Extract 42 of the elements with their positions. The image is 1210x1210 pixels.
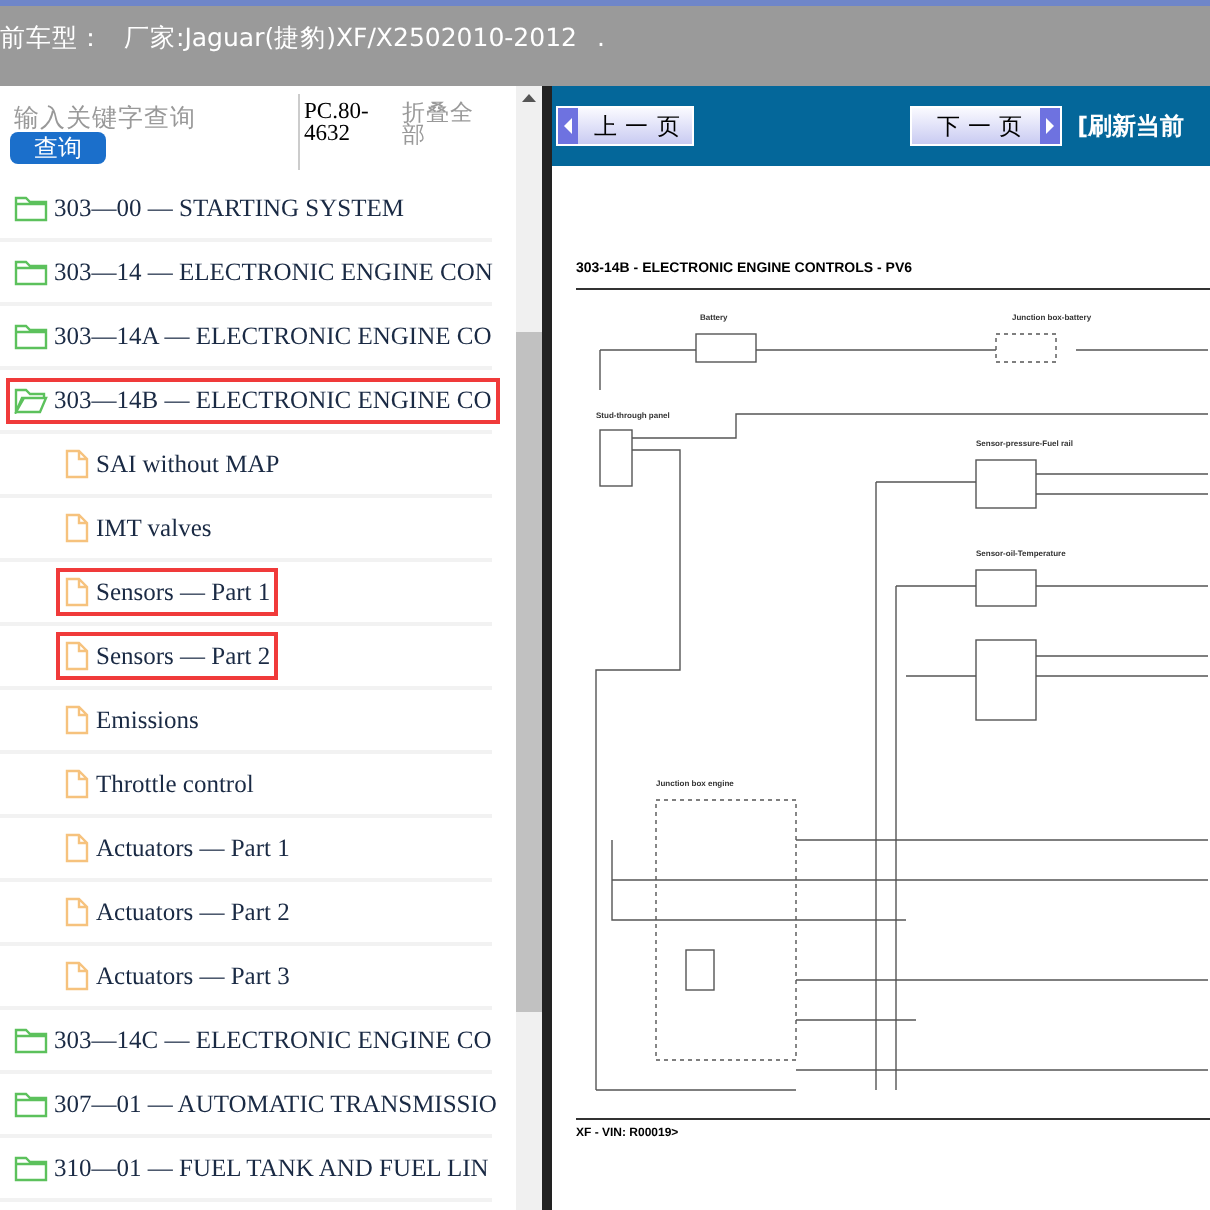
- tree-item[interactable]: IMT valves: [60, 508, 216, 548]
- folder-icon: [14, 322, 48, 350]
- document-icon: [64, 704, 90, 736]
- refresh-link[interactable]: [刷新当前: [1077, 109, 1185, 143]
- tree-item[interactable]: 303—00 — STARTING SYSTEM: [10, 189, 408, 227]
- previous-page-button[interactable]: 上 一 页: [556, 106, 695, 146]
- tree-item[interactable]: Actuators — Part 1: [60, 828, 294, 868]
- document-icon: [64, 832, 90, 864]
- tree-item[interactable]: Emissions: [60, 700, 203, 740]
- tree-item[interactable]: SAI without MAP: [60, 444, 284, 484]
- next-page-button[interactable]: 下 一 页: [910, 106, 1062, 146]
- tree-item[interactable]: 303—14B — ELECTRONIC ENGINE CO: [10, 381, 496, 419]
- tree-item[interactable]: Sensors — Part 1: [60, 572, 275, 612]
- folder-icon: [14, 258, 48, 286]
- scroll-thumb[interactable]: [516, 332, 542, 1012]
- document-icon: [64, 448, 90, 480]
- dot-mark: .: [597, 22, 605, 52]
- code-text: PC.80-4632: [298, 94, 390, 170]
- document-icon: [64, 960, 90, 992]
- tree-item[interactable]: Throttle control: [60, 764, 258, 804]
- tree-item[interactable]: Sensors — Part 2: [60, 636, 275, 676]
- open-folder-icon: [14, 386, 48, 414]
- tree-item[interactable]: Actuators — Part 2: [60, 892, 294, 932]
- search-button[interactable]: 查询: [10, 132, 106, 164]
- document-icon: [64, 896, 90, 928]
- tree-item[interactable]: 303—14 — ELECTRONIC ENGINE CON: [10, 253, 497, 291]
- scrollbar[interactable]: [516, 86, 542, 1210]
- tree-item[interactable]: Actuators — Part 3: [60, 956, 294, 996]
- folder-icon: [14, 1090, 48, 1118]
- tree-item[interactable]: 307—01 — AUTOMATIC TRANSMISSIO: [10, 1085, 501, 1123]
- tree-item[interactable]: 303—14A — ELECTRONIC ENGINE CO: [10, 317, 496, 355]
- model-name: 厂家:Jaguar(捷豹)XF/X2502010-2012: [124, 22, 577, 56]
- model-label: 前车型：: [0, 22, 104, 56]
- folder-icon: [14, 1026, 48, 1054]
- document-icon: [64, 576, 90, 608]
- document-icon: [64, 640, 90, 672]
- tree-item[interactable]: 310—01 — FUEL TANK AND FUEL LIN: [10, 1149, 493, 1187]
- document-icon: [64, 768, 90, 800]
- folder-icon: [14, 1154, 48, 1182]
- document-icon: [64, 512, 90, 544]
- tree-item[interactable]: 303—14C — ELECTRONIC ENGINE CO: [10, 1021, 496, 1059]
- folder-icon: [14, 194, 48, 222]
